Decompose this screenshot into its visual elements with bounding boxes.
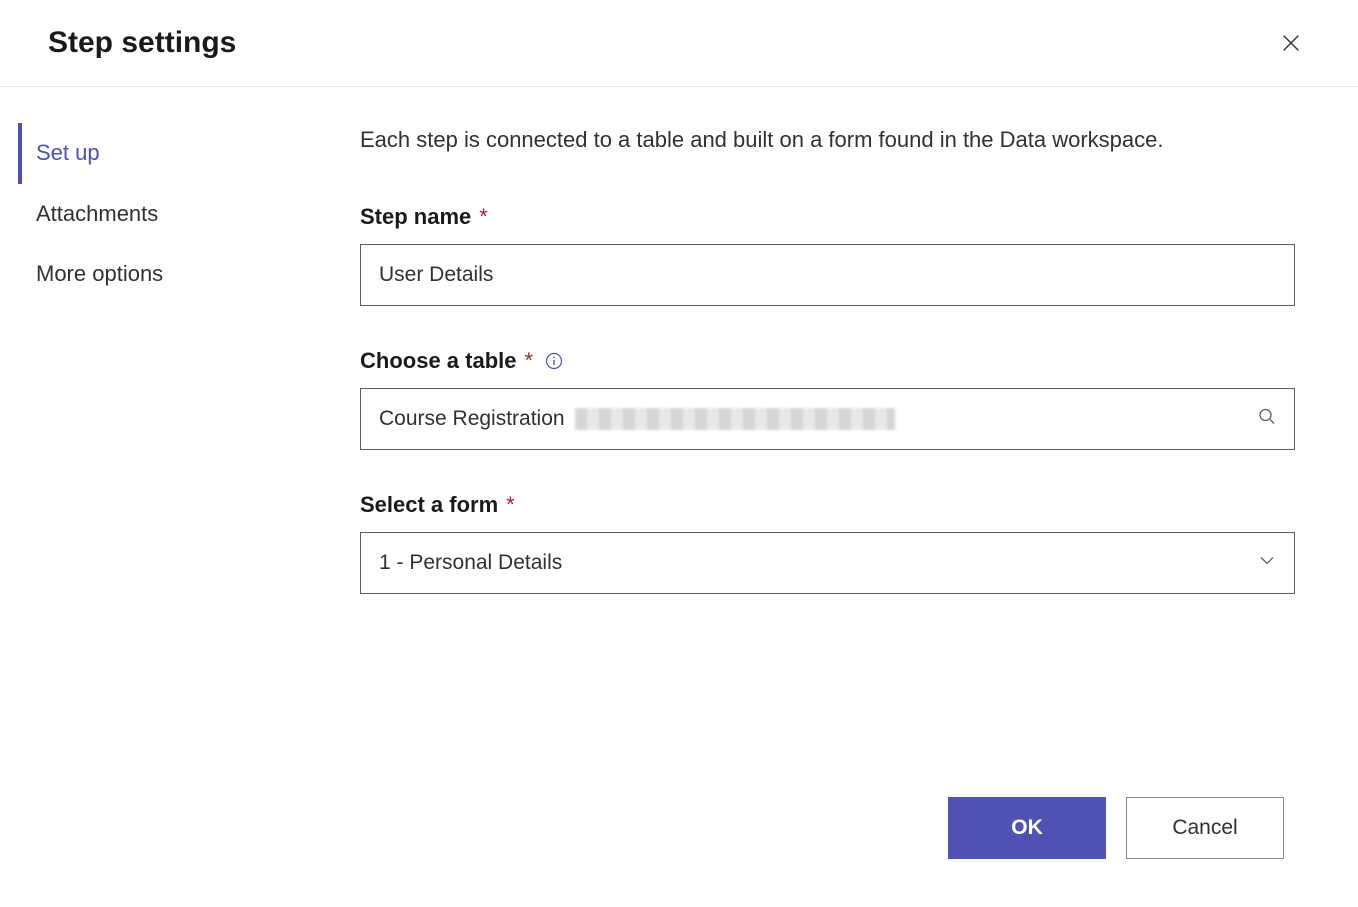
required-asterisk: * bbox=[506, 492, 515, 518]
sidebar-item-more-options[interactable]: More options bbox=[18, 244, 360, 305]
dialog-title: Step settings bbox=[48, 26, 236, 60]
select-form-value: 1 - Personal Details bbox=[379, 551, 562, 575]
main-panel: Each step is connected to a table and bu… bbox=[360, 123, 1358, 636]
ok-button[interactable]: OK bbox=[948, 797, 1106, 859]
close-icon bbox=[1280, 32, 1302, 54]
select-form-label-text: Select a form bbox=[360, 492, 498, 518]
dialog-header: Step settings bbox=[0, 0, 1358, 87]
choose-table-label-text: Choose a table bbox=[360, 348, 516, 374]
sidebar-nav: Set up Attachments More options bbox=[0, 123, 360, 636]
step-name-label: Step name * bbox=[360, 204, 1310, 230]
required-asterisk: * bbox=[479, 204, 488, 230]
select-form-label: Select a form * bbox=[360, 492, 1310, 518]
sidebar-item-attachments[interactable]: Attachments bbox=[18, 184, 360, 245]
required-asterisk: * bbox=[524, 348, 533, 374]
choose-table-lookup[interactable]: Course Registration bbox=[360, 388, 1295, 450]
dialog-body: Set up Attachments More options Each ste… bbox=[0, 87, 1358, 636]
cancel-button[interactable]: Cancel bbox=[1126, 797, 1284, 859]
sidebar-item-setup[interactable]: Set up bbox=[18, 123, 360, 184]
field-group-choose-table: Choose a table * Course Registration bbox=[360, 348, 1310, 450]
step-name-label-text: Step name bbox=[360, 204, 471, 230]
dialog-footer: OK Cancel bbox=[948, 797, 1284, 859]
close-button[interactable] bbox=[1272, 24, 1310, 62]
info-icon[interactable] bbox=[545, 352, 563, 370]
field-group-step-name: Step name * bbox=[360, 204, 1310, 306]
redacted-text bbox=[575, 408, 895, 430]
panel-description: Each step is connected to a table and bu… bbox=[360, 123, 1280, 156]
choose-table-label: Choose a table * bbox=[360, 348, 1310, 374]
step-name-input[interactable] bbox=[360, 244, 1295, 306]
select-form-dropdown[interactable]: 1 - Personal Details bbox=[360, 532, 1295, 594]
choose-table-value: Course Registration bbox=[379, 407, 565, 431]
field-group-select-form: Select a form * 1 - Personal Details bbox=[360, 492, 1310, 594]
